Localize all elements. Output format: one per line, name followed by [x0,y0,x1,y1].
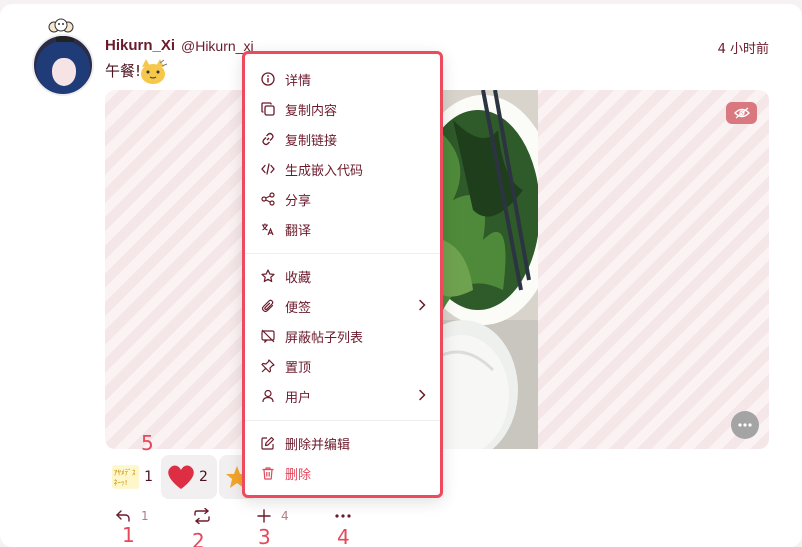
translate-icon [261,222,275,236]
avatar-decoration-icon [48,18,74,33]
code-icon [261,162,275,176]
menu-label: 删除 [285,467,312,483]
eye-off-icon [733,107,750,119]
menu-label: 生成嵌入代码 [285,163,364,179]
menu-label: 详情 [285,73,312,89]
share-icon [261,192,275,206]
react-count: 4 [281,509,289,523]
annotation-marker-3: 3 [258,525,271,547]
menu-item-share[interactable]: 分享 [245,184,440,214]
reaction-sticker[interactable]: ｱﾔﾒﾃﾞｽ ﾈｰｯ! 1 [105,455,159,499]
menu-item-delete-and-edit[interactable]: 删除并编辑 [245,428,440,458]
chevron-right-icon [419,299,426,311]
menu-item-pin[interactable]: 置顶 [245,351,440,381]
menu-item-translate[interactable]: 翻译 [245,214,440,244]
reaction-count: 2 [199,469,208,485]
author-name[interactable]: Hikurn_Xi [105,37,175,54]
menu-label: 屏蔽帖子列表 [285,330,364,346]
menu-label: 分享 [285,193,312,209]
hide-media-button[interactable] [726,102,757,124]
chevron-right-icon [419,389,426,401]
star-outline-icon [261,269,275,283]
annotation-marker-4: 4 [337,525,350,547]
reaction-count: 1 [144,469,153,485]
reaction-heart[interactable]: 2 [161,455,217,499]
annotation-marker-2: 2 [192,529,205,547]
menu-divider [245,253,440,254]
trash-icon [261,466,275,480]
menu-item-mute-thread[interactable]: 屏蔽帖子列表 [245,321,440,351]
media-more-button[interactable] [731,411,759,439]
user-icon [261,389,275,403]
menu-divider [245,420,440,421]
avatar-face [52,58,76,86]
timestamp[interactable]: 4 小时前 [718,38,769,57]
edit-icon [261,436,275,450]
svg-text:ﾈｰｯ!: ﾈｰｯ! [114,478,128,487]
menu-item-delete[interactable]: 删除 [245,458,440,488]
annotation-marker-1: 1 [122,523,135,547]
paperclip-icon [261,299,275,313]
menu-label: 收藏 [285,270,312,286]
post-text: 午餐! [105,62,142,80]
repeat-icon [194,508,210,524]
menu-label: 便签 [285,300,312,316]
more-horizontal-icon [335,514,351,518]
renote-button[interactable] [193,504,211,528]
menu-label: 翻译 [285,223,312,239]
plus-icon [257,509,271,523]
food-photo[interactable] [443,90,538,449]
menu-item-embed-code[interactable]: 生成嵌入代码 [245,154,440,184]
menu-item-clip[interactable]: 便签 [245,291,440,321]
menu-label: 用户 [285,390,312,406]
reply-count: 1 [141,509,149,523]
menu-item-details[interactable]: 详情 [245,64,440,94]
avatar-hair [56,36,74,42]
menu-label: 置顶 [285,360,312,376]
note-footer: 1 4 [105,504,405,528]
menu-label: 删除并编辑 [285,437,351,453]
copy-icon [261,102,275,116]
note-context-menu: 详情 复制内容 复制链接 生成嵌入代码 分享 翻译 收藏 便签 屏蔽帖子列表 置… [242,51,443,498]
link-icon [261,132,275,146]
menu-label: 复制链接 [285,133,338,149]
message-off-icon [261,329,275,343]
annotation-marker-5: 5 [141,431,154,455]
more-horizontal-icon [738,423,752,427]
menu-item-favorite[interactable]: 收藏 [245,261,440,291]
reply-icon [116,510,130,522]
svg-text:ｱﾔﾒﾃﾞｽ: ｱﾔﾒﾃﾞｽ [114,468,136,477]
menu-item-user[interactable]: 用户 [245,381,440,411]
info-icon [261,72,275,86]
avatar[interactable] [32,34,94,96]
cat-emoji-icon [141,59,168,84]
sticker-emoji-icon: ｱﾔﾒﾃﾞｽ ﾈｰｯ! [111,465,140,489]
menu-item-copy-content[interactable]: 复制内容 [245,94,440,124]
menu-label: 复制内容 [285,103,338,119]
red-heart-icon [168,465,194,489]
author-handle[interactable]: @Hikurn_xi [181,38,254,54]
menu-item-copy-link[interactable]: 复制链接 [245,124,440,154]
pin-icon [261,359,275,373]
